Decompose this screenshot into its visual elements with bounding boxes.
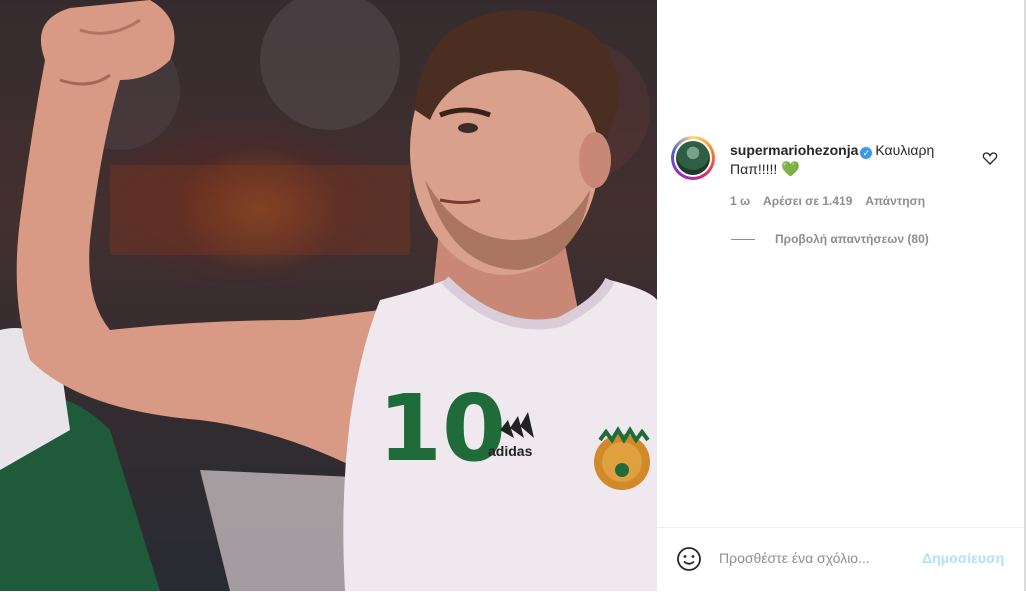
comment-time[interactable]: 1 ω (730, 194, 750, 208)
player-illustration: 10 adidas (0, 0, 657, 591)
post-comment-button[interactable]: Δημοσίευση (922, 550, 1004, 566)
comments-panel: supermariohezonja ✓ Καυλιαρη Παπ!!!!! 💚 1 … (657, 0, 1026, 592)
verified-badge-icon: ✓ (860, 147, 873, 159)
comment-body: supermariohezonja ✓ Καυλιαρη Παπ!!!!! 💚 (730, 141, 962, 179)
comment-input[interactable] (719, 547, 919, 569)
reply-button[interactable]: Απάντηση (865, 194, 925, 208)
smiley-icon[interactable] (676, 546, 702, 572)
replies-divider (731, 238, 755, 240)
avatar-image (676, 141, 710, 175)
jersey-brand: adidas (488, 443, 533, 459)
avatar[interactable] (671, 136, 715, 180)
comment-username[interactable]: supermariohezonja (730, 142, 858, 158)
comment-likes[interactable]: Αρέσει σε 1.419 (763, 194, 852, 208)
view-replies-label: Προβολή απαντήσεων (80) (775, 232, 929, 246)
post-photo: 10 adidas (0, 0, 657, 591)
comment-composer: Δημοσίευση (657, 527, 1026, 592)
panel-header-area (657, 0, 1026, 127)
jersey-number: 10 (378, 375, 506, 482)
heart-outline-icon[interactable] (982, 150, 998, 166)
view-replies-button[interactable]: Προβολή απαντήσεων (80) (731, 232, 929, 246)
comment-meta: 1 ω Αρέσει σε 1.419 Απάντηση (730, 194, 935, 208)
green-heart-emoji: 💚 (781, 161, 800, 178)
